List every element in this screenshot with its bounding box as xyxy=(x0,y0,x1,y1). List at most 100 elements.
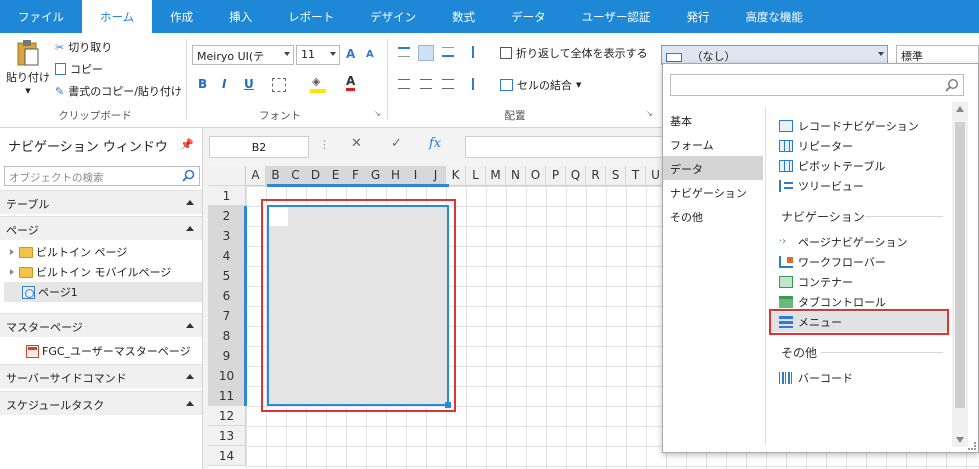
resize-grip-icon[interactable] xyxy=(968,442,976,450)
tab-report[interactable]: レポート xyxy=(270,0,352,33)
confirm-button[interactable]: ✓ xyxy=(391,136,402,151)
column-header[interactable]: N xyxy=(506,166,526,186)
item-pivot-table[interactable]: ピボットテーブル xyxy=(779,158,885,174)
cell-type-combo[interactable]: （なし） xyxy=(661,45,888,65)
column-header[interactable]: K xyxy=(446,166,466,186)
item-page-navigation[interactable]: ·› ページナビゲーション xyxy=(779,234,908,250)
tab-advanced[interactable]: 高度な機能 xyxy=(727,0,821,33)
category-other[interactable]: その他 xyxy=(663,204,763,228)
copy-button[interactable]: コピー xyxy=(55,61,103,77)
column-header[interactable]: S xyxy=(606,166,626,186)
cell-name-box[interactable]: B2 xyxy=(209,136,309,158)
underline-button[interactable]: U xyxy=(244,77,254,91)
column-header[interactable]: T xyxy=(626,166,646,186)
border-icon[interactable] xyxy=(272,78,286,92)
column-header[interactable]: R xyxy=(586,166,606,186)
scroll-up-icon[interactable] xyxy=(956,106,964,112)
tab-data[interactable]: データ xyxy=(493,0,564,33)
item-tree-view[interactable]: ツリービュー xyxy=(779,178,864,194)
category-form[interactable]: フォーム xyxy=(663,132,763,156)
item-tab-control[interactable]: タブコントロール xyxy=(779,294,886,310)
column-header[interactable]: B xyxy=(266,166,286,186)
scrollbar-thumb[interactable] xyxy=(955,122,965,408)
column-header[interactable]: P xyxy=(546,166,566,186)
column-header[interactable]: E xyxy=(326,166,346,186)
align-center-icon[interactable] xyxy=(420,79,432,89)
section-master[interactable]: マスターページ xyxy=(0,313,202,337)
shrink-font-button[interactable]: A xyxy=(366,49,374,60)
column-header[interactable]: L xyxy=(466,166,486,186)
row-header[interactable]: 2 xyxy=(208,206,246,226)
expand-icon[interactable] xyxy=(10,249,14,255)
object-search-input[interactable]: オブジェクトの検索 xyxy=(4,166,200,186)
item-workflow-bar[interactable]: ワークフローバー xyxy=(779,254,886,270)
column-header[interactable]: H xyxy=(386,166,406,186)
tab-design[interactable]: デザイン xyxy=(352,0,434,33)
column-header[interactable]: I xyxy=(406,166,426,186)
section-schedule-task[interactable]: スケジュールタスク xyxy=(0,391,202,415)
row-header[interactable]: 11 xyxy=(208,386,246,406)
tree-item-page1[interactable]: ページ1 xyxy=(4,282,202,302)
cancel-button[interactable]: ✕ xyxy=(351,136,362,151)
align-left-icon[interactable] xyxy=(398,79,410,89)
section-page[interactable]: ページ xyxy=(0,216,202,240)
select-all-corner[interactable] xyxy=(208,166,246,186)
column-header[interactable]: A xyxy=(246,166,266,186)
align-middle-icon[interactable] xyxy=(418,45,434,61)
category-navigation[interactable]: ナビゲーション xyxy=(663,180,763,204)
dropdown-scrollbar[interactable] xyxy=(952,102,968,447)
font-color-button[interactable]: A xyxy=(346,75,356,91)
section-server-command[interactable]: サーバーサイドコマンド xyxy=(0,364,202,388)
column-header[interactable]: F xyxy=(346,166,366,186)
row-header[interactable]: 8 xyxy=(208,326,246,346)
row-header[interactable]: 12 xyxy=(208,406,246,426)
row-header[interactable]: 3 xyxy=(208,226,246,246)
row-header[interactable]: 5 xyxy=(208,266,246,286)
search-icon[interactable] xyxy=(182,169,195,185)
tab-publish[interactable]: 発行 xyxy=(668,0,727,33)
category-data[interactable]: データ xyxy=(663,156,763,180)
tree-item-builtin-page[interactable]: ビルトイン ページ xyxy=(10,244,127,260)
align-right-icon[interactable] xyxy=(442,79,454,89)
tree-item-builtin-mobile[interactable]: ビルトイン モバイルページ xyxy=(10,264,171,280)
tab-insert[interactable]: 挿入 xyxy=(211,0,270,33)
category-basic[interactable]: 基本 xyxy=(663,108,763,132)
column-header[interactable]: G xyxy=(366,166,386,186)
dialog-launcher-icon[interactable]: ↘ xyxy=(646,109,653,118)
column-header[interactable]: Q xyxy=(566,166,586,186)
item-record-navigation[interactable]: レコードナビゲーション xyxy=(779,118,919,134)
tab-create[interactable]: 作成 xyxy=(152,0,211,33)
grow-font-button[interactable]: A xyxy=(346,47,355,61)
item-container[interactable]: コンテナー xyxy=(779,274,853,290)
expand-icon[interactable] xyxy=(10,269,14,275)
row-header[interactable]: 7 xyxy=(208,306,246,326)
merge-cells-button[interactable]: セルの結合 ▼ xyxy=(500,77,581,93)
row-header[interactable]: 9 xyxy=(208,346,246,366)
column-header[interactable]: D xyxy=(306,166,326,186)
row-header[interactable]: 4 xyxy=(208,246,246,266)
fx-button[interactable]: fx xyxy=(429,136,441,151)
row-header[interactable]: 13 xyxy=(208,426,246,446)
cell-type-search-input[interactable] xyxy=(670,74,964,96)
tab-formula[interactable]: 数式 xyxy=(434,0,493,33)
align-top-icon[interactable] xyxy=(398,47,410,57)
column-header[interactable]: J xyxy=(426,166,446,186)
row-header[interactable]: 6 xyxy=(208,286,246,306)
column-header[interactable]: O xyxy=(526,166,546,186)
tab-home[interactable]: ホーム xyxy=(82,0,153,33)
italic-button[interactable]: I xyxy=(222,77,226,91)
scroll-down-icon[interactable] xyxy=(956,437,964,443)
fill-color-icon[interactable] xyxy=(310,89,326,93)
column-header[interactable]: C xyxy=(286,166,306,186)
tree-item-master1[interactable]: FGC_ユーザーマスターページ xyxy=(26,343,191,359)
row-header[interactable]: 14 xyxy=(208,446,246,466)
bold-button[interactable]: B xyxy=(198,77,207,91)
format-copy-button[interactable]: ✎ 書式のコピー/貼り付け xyxy=(55,83,182,99)
search-icon[interactable] xyxy=(945,78,959,95)
dialog-launcher-icon[interactable]: ↘ xyxy=(374,109,381,118)
number-format-combo[interactable]: 標準 xyxy=(896,45,979,65)
formula-input[interactable] xyxy=(465,136,665,158)
section-table[interactable]: テーブル xyxy=(0,190,202,214)
font-family-combo[interactable]: Meiryo UI(テ xyxy=(192,45,294,65)
item-repeater[interactable]: リピーター xyxy=(779,138,853,154)
